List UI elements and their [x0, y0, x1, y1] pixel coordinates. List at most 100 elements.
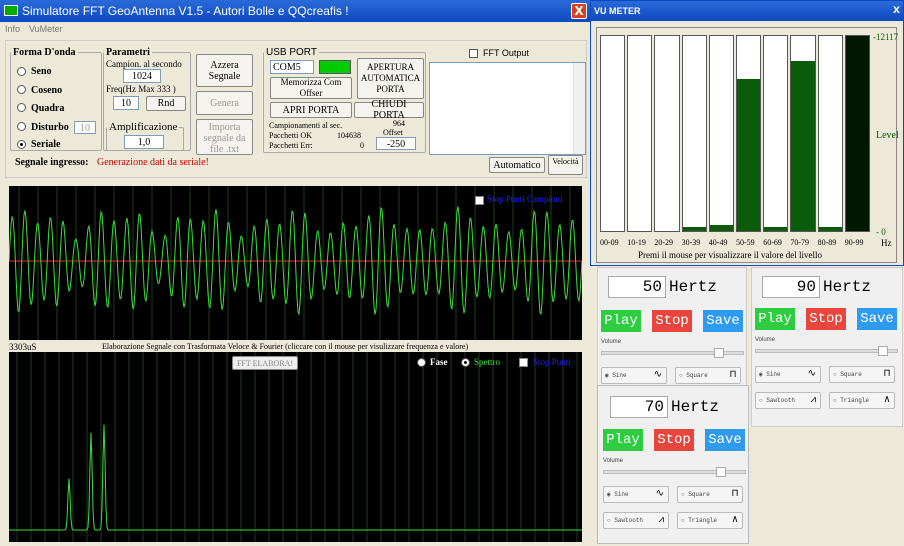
- stop-button-2[interactable]: Stop: [806, 308, 846, 330]
- freq-input-1[interactable]: 50: [608, 276, 666, 298]
- velocita-button[interactable]: Velocità: [548, 155, 583, 175]
- wave-sawtooth-label-2: Sawtooth: [766, 397, 796, 404]
- freq-input-2[interactable]: 90: [762, 276, 820, 298]
- play-button-3[interactable]: Play: [603, 429, 643, 451]
- vumeter-unit: Hz: [881, 238, 892, 248]
- volume-thumb-1[interactable]: [714, 348, 724, 358]
- vu-band-10-19[interactable]: [627, 35, 653, 232]
- save-button-3[interactable]: Save: [705, 429, 745, 451]
- vu-band-90-99[interactable]: [844, 35, 870, 232]
- wave-square-3[interactable]: ○ Square ⊓: [677, 486, 743, 503]
- signal-scope[interactable]: Stop Punti Campioni: [9, 186, 582, 340]
- stop-button-3[interactable]: Stop: [654, 429, 694, 451]
- freq-label: Freq(Hz Max 333 ): [106, 84, 176, 94]
- fft-output-checkbox[interactable]: [469, 49, 478, 58]
- disturbo-input[interactable]: 10: [74, 121, 96, 134]
- importa-button[interactable]: Importa segnale da file .txt: [196, 119, 253, 155]
- radio-seno[interactable]: [17, 67, 26, 76]
- app-icon: [4, 5, 18, 16]
- freq-input[interactable]: 10: [113, 96, 139, 110]
- vu-level-80-89: [818, 227, 842, 231]
- volume-slider-3[interactable]: [603, 467, 746, 477]
- volume-slider-2[interactable]: [755, 346, 898, 356]
- stop-punti-campioni-label: Stop Punti Campioni: [487, 194, 563, 204]
- vu-band-label: 50-59: [736, 238, 755, 247]
- genera-button[interactable]: Genera: [196, 91, 253, 115]
- save-button-2[interactable]: Save: [857, 308, 897, 330]
- pacchetti-ok-label: Pacchetti OK: [269, 131, 312, 140]
- apertura-button[interactable]: APERTURA AUTOMATICA PORTA: [357, 58, 424, 99]
- automatico-button[interactable]: Automatico: [489, 157, 545, 173]
- hertz-label-1: Hertz: [669, 278, 718, 296]
- vu-level-30-39: [682, 227, 706, 231]
- radio-quadra[interactable]: [17, 103, 26, 112]
- wave-square-1[interactable]: ○ Square ⊓: [675, 367, 741, 384]
- radio-spettro[interactable]: [461, 358, 470, 367]
- apri-button[interactable]: APRI PORTA: [270, 102, 352, 118]
- rnd-button[interactable]: Rnd: [146, 96, 186, 111]
- sawtooth-icon: ⩘: [658, 515, 664, 526]
- volume-slider-1[interactable]: [601, 348, 744, 358]
- stop-punti-campioni-checkbox[interactable]: [475, 196, 484, 205]
- vu-band-label: 80-89: [817, 238, 837, 247]
- vu-band-label: 70-79: [790, 238, 810, 247]
- radio-fase[interactable]: [417, 358, 426, 367]
- scrollbar[interactable]: [573, 63, 585, 154]
- rate-input[interactable]: 1024: [123, 69, 161, 83]
- wave-sine-3[interactable]: ◉ Sine ∿: [603, 486, 669, 503]
- vu-band-70-79[interactable]: [790, 35, 816, 232]
- fft-caption: Elaborazione Segnale con Trasformata Vel…: [102, 342, 469, 351]
- stop-button-1[interactable]: Stop: [652, 310, 692, 332]
- fft-output-textarea[interactable]: [429, 62, 586, 155]
- radio-coseno[interactable]: [17, 85, 26, 94]
- play-button-1[interactable]: Play: [601, 310, 641, 332]
- volume-thumb-3[interactable]: [716, 467, 726, 477]
- stop-punti-checkbox[interactable]: [519, 358, 528, 367]
- velocita-label: Velocità: [552, 157, 579, 166]
- memorizza-button[interactable]: Memorizza Com Offser: [270, 77, 352, 99]
- vumeter-close-button[interactable]: X: [893, 1, 900, 21]
- wave-sine-2[interactable]: ◉ Sine ∿: [755, 366, 821, 383]
- generator-panel-3: 70 Hertz Play Stop Save Volume ◉ Sine ∿ ○…: [597, 385, 749, 544]
- volume-thumb-2[interactable]: [878, 346, 888, 356]
- wave-square-label-2: Square: [840, 371, 862, 378]
- vumeter-band-labels: 00-09 10-19 20-29 30-39 40-49 50-59 60-69 70-79…: [600, 238, 872, 250]
- freq-input-3[interactable]: 70: [610, 396, 668, 418]
- radio-seriale[interactable]: [17, 140, 26, 149]
- pacchetti-err-label: Pacchetti Err:: [269, 141, 313, 150]
- menu-info[interactable]: Info: [5, 24, 20, 34]
- amp-legend: Amplificazione: [109, 121, 178, 133]
- pacchetti-ok-value: 104638: [337, 131, 361, 140]
- chiudi-button[interactable]: CHIUDI PORTA: [354, 99, 424, 121]
- port-input[interactable]: COM5: [270, 60, 314, 74]
- vu-band-40-49[interactable]: [708, 35, 734, 232]
- wave-triangle-3[interactable]: ○ Triangle ∧: [677, 512, 743, 529]
- menu-vumeter[interactable]: VuMeter: [29, 24, 63, 34]
- vu-band-80-89[interactable]: [817, 35, 843, 232]
- wave-sine-1[interactable]: ◉ Sine ∿: [601, 367, 667, 384]
- vu-band-50-59[interactable]: [736, 35, 762, 232]
- wave-square-2[interactable]: ○ Square ⊓: [829, 366, 895, 383]
- vu-band-20-29[interactable]: [654, 35, 680, 232]
- close-button[interactable]: X: [571, 3, 587, 19]
- fft-elabora-button[interactable]: FFT ELABORA!: [232, 356, 298, 370]
- stop-punti-label: Stop Punti: [533, 357, 571, 367]
- wave-sawtooth-3[interactable]: ○ Sawtooth ⩘: [603, 512, 669, 529]
- vu-band-00-09[interactable]: [600, 35, 626, 232]
- play-button-2[interactable]: Play: [755, 308, 795, 330]
- vu-band-30-39[interactable]: [681, 35, 707, 232]
- save-button-1[interactable]: Save: [703, 310, 743, 332]
- vu-level-70-79: [791, 61, 815, 231]
- vumeter-bars[interactable]: [600, 35, 872, 232]
- vu-level-90-99: [845, 36, 869, 231]
- wave-triangle-2[interactable]: ○ Triangle ∧: [829, 392, 895, 409]
- fft-scope[interactable]: FFT ELABORA! Fase Spettro Stop Punti: [9, 352, 582, 542]
- azzera-button[interactable]: Azzera Segnale: [196, 54, 253, 87]
- amp-input[interactable]: 1,0: [124, 135, 164, 149]
- radio-disturbo[interactable]: [17, 122, 26, 131]
- label-quadra: Quadra: [31, 103, 65, 114]
- wave-sine-label-1: Sine: [612, 372, 627, 379]
- offset-input[interactable]: -250: [376, 137, 416, 150]
- vu-band-60-69[interactable]: [763, 35, 789, 232]
- wave-sawtooth-2[interactable]: ○ Sawtooth ⩘: [755, 392, 821, 409]
